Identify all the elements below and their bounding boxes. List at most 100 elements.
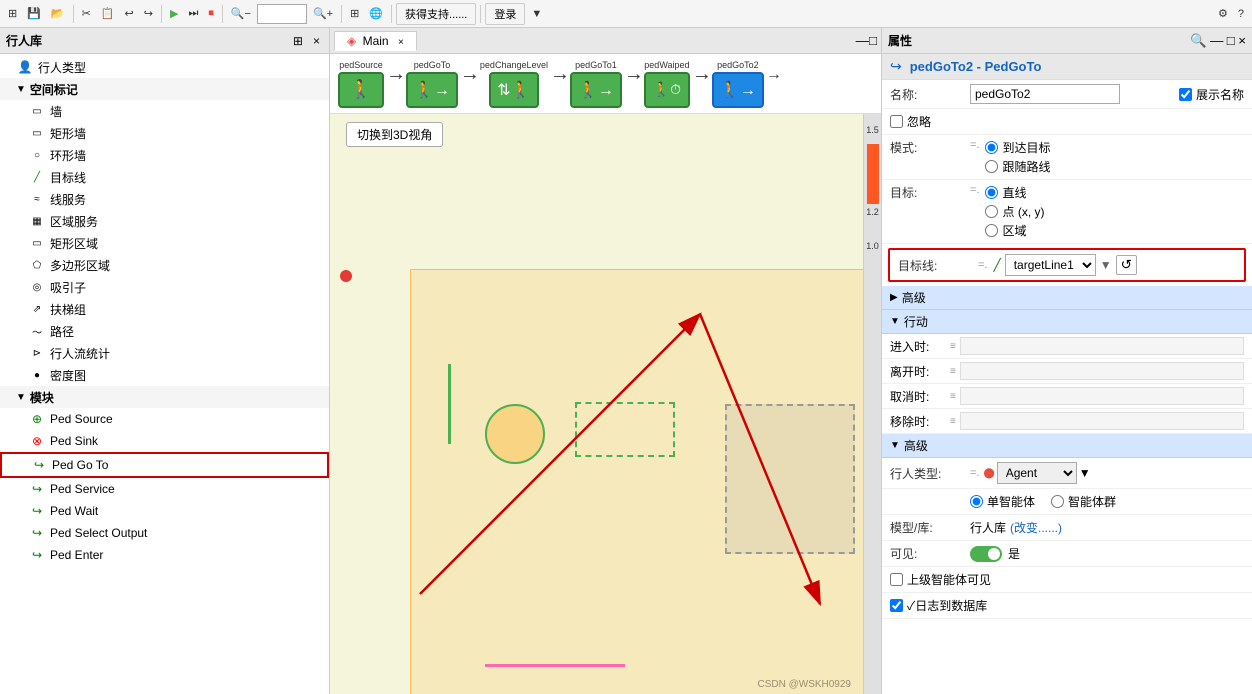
tree-item-ped-sink[interactable]: ⊗ Ped Sink [0,430,329,452]
target-line-refresh-btn[interactable]: ↺ [1116,255,1137,275]
tree-item-escalator[interactable]: ⇗ 扶梯组 [0,298,329,320]
left-panel-grid-btn[interactable]: ⊞ [290,33,306,49]
tree-item-ped-enter[interactable]: ↪ Ped Enter [0,544,329,566]
tree-item-attractor[interactable]: ◎ 吸引子 [0,276,329,298]
right-panel-minimize[interactable]: — [1210,33,1223,48]
toolbar-run-btn[interactable]: ▶ [166,5,182,22]
tree-category-modules[interactable]: ▼ 模块 [0,386,329,408]
flow-node-pedwaiped[interactable]: 🚶⏱ [644,72,690,108]
tab-main[interactable]: ◈ Main × [334,31,417,51]
tree-item-line-service[interactable]: ≈ 线服务 [0,188,329,210]
login-button[interactable]: 登录 [485,3,525,25]
section-advanced-1[interactable]: ▶ 高级 [882,286,1252,310]
enter-handle-icon[interactable]: ≡ [950,341,956,352]
prop-target-line-label: 目标线: [898,257,978,274]
toolbar-btn-copy[interactable]: 📋 [97,5,119,22]
path-icon: 〜 [28,322,46,340]
toolbar-grid-btn[interactable]: ⊞ [346,5,363,22]
smart-group-radio[interactable] [1051,495,1064,508]
mode-follow-radio[interactable] [985,160,998,173]
log-checkbox[interactable] [890,599,903,612]
tree-item-poly-area[interactable]: ⬠ 多边形区域 [0,254,329,276]
modules-label: 模块 [30,389,54,406]
left-panel: 行人库 ⊞ × 👤 行人类型 ▼ 空间标记 ▭ 墙 ✎ ▭ [0,28,330,694]
prop-name-input[interactable] [970,84,1120,104]
zoom-in-btn[interactable]: 🔍+ [309,5,337,22]
target-line-dropdown[interactable]: targetLine1 [1005,254,1096,276]
scale-bar [867,144,879,204]
tree-item-ped-wait[interactable]: ↪ Ped Wait [0,500,329,522]
toolbar-btn-1[interactable]: ⊞ [4,5,21,22]
tree-item-ped-source[interactable]: ⊕ Ped Source [0,408,329,430]
tree-item-density[interactable]: ● 密度图 [0,364,329,386]
target-point-radio[interactable] [985,205,998,218]
right-panel-search-btn[interactable]: 🔍 [1190,33,1207,49]
ped-type-label: 行人类型: [890,465,970,482]
tree-item-rect-wall[interactable]: ▭ 矩形墙 ✎ [0,122,329,144]
target-line-radio[interactable] [985,186,998,199]
section-action[interactable]: ▼ 行动 [882,310,1252,334]
ignore-checkbox[interactable] [890,115,903,128]
toolbar-btn-cut[interactable]: ✂ [78,5,95,22]
prop-title-icon: ↪ [890,58,902,75]
zoom-input[interactable]: 125% [257,4,307,24]
toolbar-help-btn[interactable]: ? [1234,6,1248,22]
zoom-out-btn[interactable]: 🔍− [227,5,255,22]
tree-item-ring-wall[interactable]: ○ 环形墙 [0,144,329,166]
right-panel-maximize[interactable]: □ [1227,33,1235,48]
center-minimize[interactable]: — [856,33,869,48]
agent-icon: ⬤ [983,468,994,479]
flow-node-pedgoto[interactable]: 🚶→ [406,72,458,108]
left-panel-close-btn[interactable]: × [310,33,323,49]
switch-3d-button[interactable]: 切换到3D视角 [346,122,443,147]
tree-item-ped-go-to[interactable]: ↪ Ped Go To [0,452,329,478]
action-remove-input[interactable] [960,412,1244,430]
flow-node-changelevel[interactable]: ⇅🚶 [489,72,538,108]
center-maximize[interactable]: □ [869,33,877,48]
tree-item-rect-area[interactable]: ▭ 矩形区域 ✎ [0,232,329,254]
show-name-checkbox[interactable] [1179,88,1192,101]
tree-item-path[interactable]: 〜 路径 ✎ [0,320,329,342]
single-body-radio[interactable] [970,495,983,508]
toolbar-btn-undo[interactable]: ↩ [121,5,138,22]
toolbar-btn-redo[interactable]: ↪ [140,5,157,22]
flow-node-pedgoto1[interactable]: 🚶→ [570,72,622,108]
target-area-radio[interactable] [985,224,998,237]
action-leave-input[interactable] [960,362,1244,380]
toolbar-btn-save[interactable]: 💾 [23,5,45,22]
toolbar-btn-open[interactable]: 📂 [47,5,69,22]
tree-item-pedestrian-type[interactable]: 👤 行人类型 [0,56,329,78]
right-panel-close[interactable]: × [1238,33,1246,48]
support-button[interactable]: 获得支持...... [396,3,476,25]
login-arrow[interactable]: ▼ [527,6,546,22]
flow-pedwaiped-label: pedWaiped [644,60,689,70]
flow-node-ped-source[interactable]: 🚶 [338,72,384,108]
flow-node-pedgoto2[interactable]: 🚶→ [712,72,764,108]
mode-reach-radio[interactable] [985,141,998,154]
cancel-handle-icon[interactable]: ≡ [950,391,956,402]
tree-item-ped-select-output[interactable]: ↪ Ped Select Output [0,522,329,544]
model-change-link[interactable]: (改变......) [1010,519,1062,536]
canvas-area[interactable]: 切换到3D视角 [330,114,881,694]
toolbar-stop-btn[interactable]: ⏹ [204,5,218,22]
tab-main-close[interactable]: × [398,37,404,48]
leave-handle-icon[interactable]: ≡ [950,366,956,377]
action-cancel-input[interactable] [960,387,1244,405]
tree-item-ped-service[interactable]: ↪ Ped Service [0,478,329,500]
toolbar-step-btn[interactable]: ⏭ [184,5,202,22]
section-advanced-2[interactable]: ▼ 高级 [882,434,1252,458]
tree-item-area-service[interactable]: ▦ 区域服务 [0,210,329,232]
target-line-item: 直线 [985,184,1044,201]
toolbar-3d-btn[interactable]: 🌐 [365,5,387,22]
tree-item-flow-stat[interactable]: ⊳ 行人流统计 [0,342,329,364]
agent-dropdown[interactable]: Agent [997,462,1077,484]
tree-item-wall[interactable]: ▭ 墙 ✎ [0,100,329,122]
remove-handle-icon[interactable]: ≡ [950,416,956,427]
visible-toggle[interactable] [970,546,1002,562]
tree-item-target-line[interactable]: ╱ 目标线 ✎ [0,166,329,188]
flow-arrow-1: → [386,63,406,104]
upper-visible-checkbox[interactable] [890,573,903,586]
tree-category-spatial[interactable]: ▼ 空间标记 [0,78,329,100]
toolbar-settings-btn[interactable]: ⚙ [1214,5,1232,22]
action-enter-input[interactable] [960,337,1244,355]
